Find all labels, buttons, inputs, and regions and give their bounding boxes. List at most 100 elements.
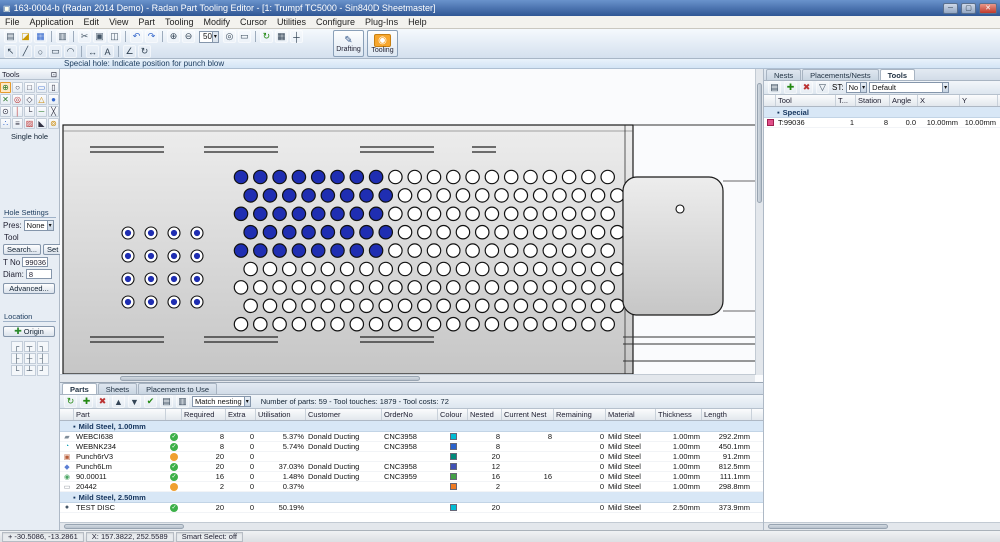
column-header-t[interactable]: T... xyxy=(836,95,856,106)
select-icon[interactable]: ↖ xyxy=(4,45,17,58)
column-header-part[interactable]: Part xyxy=(74,409,166,420)
scrollbar-thumb[interactable] xyxy=(768,524,888,529)
tool-number-field[interactable]: 99036 xyxy=(22,257,48,267)
remove-part-icon[interactable]: ✖ xyxy=(96,395,109,408)
minimize-button[interactable]: ─ xyxy=(943,3,958,14)
canvas-vertical-scrollbar[interactable] xyxy=(755,69,763,375)
origin-button[interactable]: ✚ Origin xyxy=(3,326,55,337)
paste-icon[interactable]: ◫ xyxy=(108,30,121,43)
part-row[interactable]: ▰WEBCI638✓805.37%Donald DuctingCNC395888… xyxy=(60,432,763,442)
column-header-extra[interactable]: Extra xyxy=(226,409,256,420)
column-header-blank[interactable] xyxy=(60,409,74,420)
dot-tool-icon[interactable]: ● xyxy=(48,94,59,105)
menu-modify[interactable]: Modify xyxy=(198,16,235,28)
scrollbar-thumb[interactable] xyxy=(757,83,762,203)
column-header-customer[interactable]: Customer xyxy=(306,409,382,420)
part-row[interactable]: ●TEST DISC✓20050.19%200Mild Steel2.50mm3… xyxy=(60,503,763,513)
column-header-blank[interactable] xyxy=(166,409,182,420)
column-header-angle[interactable]: Angle xyxy=(890,95,918,106)
corner-notch-tool-icon[interactable]: └ xyxy=(24,106,35,117)
align-top-right-icon[interactable]: ┐ xyxy=(37,341,49,352)
redo-icon[interactable]: ↷ xyxy=(145,30,158,43)
snap-icon[interactable]: ┼ xyxy=(290,30,303,43)
diamond-tool-icon[interactable]: ◇ xyxy=(24,94,35,105)
parts-panel-tab-placements-to-use[interactable]: Placements to Use xyxy=(138,383,217,394)
new-icon[interactable]: ▤ xyxy=(4,30,17,43)
part-row[interactable]: ▣Punch6rV3200200Mild Steel1.00mm91.2mm xyxy=(60,452,763,462)
undo-icon[interactable]: ↶ xyxy=(130,30,143,43)
drawing-canvas[interactable] xyxy=(60,69,763,383)
remove-tool-icon[interactable]: ✖ xyxy=(800,81,813,94)
zoom-fit-icon[interactable]: ▭ xyxy=(238,30,251,43)
column-header-remaining[interactable]: Remaining xyxy=(554,409,606,420)
menu-application[interactable]: Application xyxy=(25,16,79,28)
menu-cursor[interactable]: Cursor xyxy=(235,16,272,28)
nibble-tool-icon[interactable]: ⊙ xyxy=(0,106,11,117)
column-header-required[interactable]: Required xyxy=(182,409,226,420)
tool-list-icon[interactable]: ▤ xyxy=(768,81,781,94)
column-header-utilisation[interactable]: Utilisation xyxy=(256,409,306,420)
tool-set-combo[interactable]: Default ▾ xyxy=(869,82,949,93)
column-header-length[interactable]: Length xyxy=(702,409,752,420)
menu-configure[interactable]: Configure xyxy=(311,16,360,28)
tooling-mode-button[interactable]: ◉Tooling xyxy=(367,30,398,57)
single-hole-tool-icon[interactable]: ⊕ xyxy=(0,82,11,93)
save-icon[interactable]: ▦ xyxy=(34,30,47,43)
scrap-tool-icon[interactable]: ▨ xyxy=(24,118,35,129)
drafting-mode-button[interactable]: ✎Drafting xyxy=(333,30,364,57)
slit-tool-icon[interactable]: │ xyxy=(12,106,23,117)
tap-tool-icon[interactable]: ⊚ xyxy=(48,118,59,129)
smart-select-status[interactable]: Smart Select: off xyxy=(176,532,243,542)
check-parts-icon[interactable]: ✔ xyxy=(144,395,157,408)
column-header-station[interactable]: Station xyxy=(856,95,890,106)
draw-line-icon[interactable]: ╱ xyxy=(19,45,32,58)
tools-horizontal-scrollbar[interactable] xyxy=(764,522,1000,530)
rotate-icon[interactable]: ↻ xyxy=(138,45,151,58)
add-part-icon[interactable]: ✚ xyxy=(80,395,93,408)
form-tool-icon[interactable]: ◣ xyxy=(36,118,47,129)
zoom-out-icon[interactable]: ⊖ xyxy=(182,30,195,43)
ring-tool-icon[interactable]: ◎ xyxy=(12,94,23,105)
measure-icon[interactable]: ∠ xyxy=(123,45,136,58)
menu-plug-ins[interactable]: Plug-Ins xyxy=(360,16,403,28)
add-tool-icon[interactable]: ✚ xyxy=(784,81,797,94)
part-row[interactable]: ◆Punch6Lm✓20037.03%Donald DuctingCNC3958… xyxy=(60,462,763,472)
align-left-icon[interactable]: ├ xyxy=(11,353,23,364)
align-top-left-icon[interactable]: ┌ xyxy=(11,341,23,352)
canvas-horizontal-scrollbar[interactable] xyxy=(60,374,755,382)
column-header-y[interactable]: Y xyxy=(960,95,998,106)
zoom-in-icon[interactable]: ⊕ xyxy=(167,30,180,43)
obround-hole-tool-icon[interactable]: ▭ xyxy=(36,82,47,93)
tool-search-button[interactable]: Search... xyxy=(3,244,41,255)
triangle-tool-icon[interactable]: △ xyxy=(36,94,47,105)
maximize-button[interactable]: ▢ xyxy=(961,3,976,14)
align-right-icon[interactable]: ┤ xyxy=(37,353,49,364)
menu-view[interactable]: View xyxy=(104,16,133,28)
column-header-thickness[interactable]: Thickness xyxy=(656,409,702,420)
column-header-material[interactable]: Material xyxy=(606,409,656,420)
diameter-field[interactable]: 8 xyxy=(26,269,52,279)
close-button[interactable]: ✕ xyxy=(979,3,997,14)
report-icon[interactable]: ▤ xyxy=(160,395,173,408)
zoom-window-icon[interactable]: ◎ xyxy=(223,30,236,43)
part-row[interactable]: ◔WEBNK234✓805.74%Donald DuctingCNC395880… xyxy=(60,442,763,452)
menu-file[interactable]: File xyxy=(0,16,25,28)
edge-tool-icon[interactable]: ─ xyxy=(36,106,47,117)
align-bottom-left-icon[interactable]: └ xyxy=(11,365,23,376)
square-hole-tool-icon[interactable]: □ xyxy=(24,82,35,93)
dimension-icon[interactable]: ↔ xyxy=(86,45,99,58)
crosshair-tool-icon[interactable]: ╳ xyxy=(48,106,59,117)
align-top-icon[interactable]: ┬ xyxy=(24,341,36,352)
refresh-icon[interactable]: ↻ xyxy=(260,30,273,43)
advanced-button[interactable]: Advanced... xyxy=(3,283,55,294)
tools-panel-tab-tools[interactable]: Tools xyxy=(880,69,915,80)
tool-row[interactable]: T:99036180.010.00mm10.00mm xyxy=(764,118,1000,128)
nesting-combo[interactable]: Match nesting ▾ xyxy=(192,396,251,407)
cut-icon[interactable]: ✂ xyxy=(78,30,91,43)
menu-utilities[interactable]: Utilities xyxy=(272,16,311,28)
material-group-row[interactable]: ▪Mild Steel, 2.50mm xyxy=(60,492,763,503)
print-list-icon[interactable]: ▥ xyxy=(176,395,189,408)
scrollbar-thumb[interactable] xyxy=(120,376,420,381)
part-row[interactable]: ◉90.00011✓1601.48%Donald DuctingCNC39591… xyxy=(60,472,763,482)
align-center-icon[interactable]: ┼ xyxy=(24,353,36,364)
